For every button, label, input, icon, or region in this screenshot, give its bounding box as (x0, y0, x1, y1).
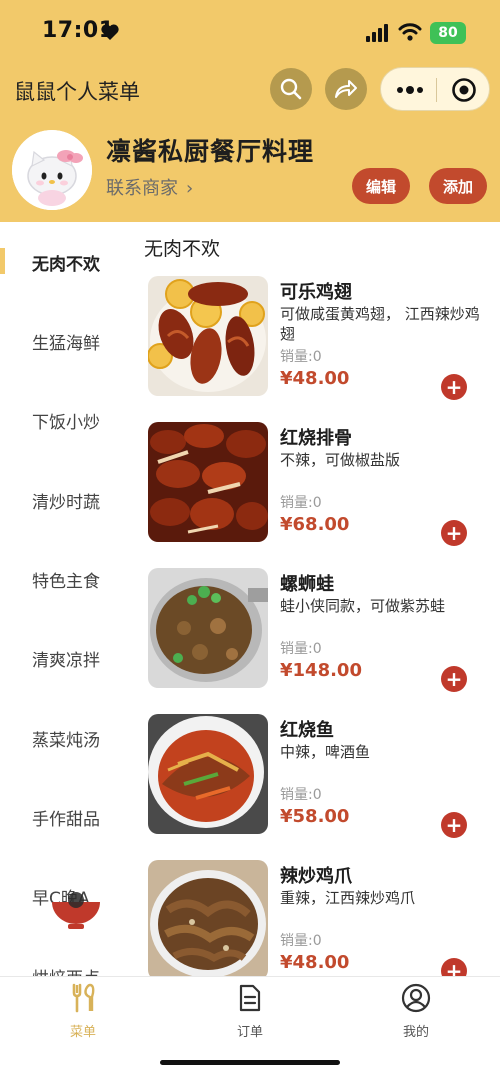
fork-knife-icon (72, 983, 95, 1013)
category-item-vegetables[interactable]: 清炒时蔬 (0, 480, 134, 520)
category-item-desserts[interactable]: 手作甜品 (0, 797, 134, 837)
search-icon (280, 78, 302, 100)
add-to-cart-button[interactable]: + (441, 666, 467, 692)
home-indicator (160, 1060, 340, 1065)
snail-frog-photo (148, 568, 268, 688)
user-icon (401, 983, 431, 1013)
dish-name: 可乐鸡翅 (280, 282, 352, 303)
section-title: 无肉不欢 (144, 238, 221, 260)
dish-card[interactable]: 辣炒鸡爪 重辣，江西辣炒鸡爪 销量:0 ¥48.00 + (134, 860, 500, 976)
dish-name: 螺蛳蛙 (280, 574, 334, 595)
dish-photo (148, 568, 268, 688)
dish-price: ¥48.00 (280, 368, 350, 389)
edit-button[interactable]: 编辑 (352, 168, 410, 204)
search-button[interactable] (270, 68, 312, 110)
spicy-chicken-feet-photo (148, 860, 268, 976)
dish-description: 蛙小侠同款，可做紫苏蛙 (280, 597, 446, 615)
cola-chicken-wings-photo (148, 276, 268, 396)
dish-list-panel: 无肉不欢 可乐鸡翅 可做咸蛋黄鸡翅， 江西辣炒鸡翅 销量:0 ¥48.00 + (134, 222, 500, 976)
bowl-icon[interactable] (48, 880, 104, 936)
add-to-cart-button[interactable]: + (441, 520, 467, 546)
battery-indicator: 80 (430, 22, 466, 44)
contact-merchant-link[interactable]: 联系商家 › (106, 174, 193, 200)
dish-photo (148, 422, 268, 542)
category-item-staples[interactable]: 特色主食 (0, 559, 134, 599)
dish-card[interactable]: 红烧排骨 不辣，可做椒盐版 销量:0 ¥68.00 + (134, 422, 500, 568)
chevron-right-icon: › (186, 178, 194, 199)
dish-price: ¥48.00 (280, 952, 350, 973)
dish-sales: 销量:0 (280, 349, 322, 365)
braised-ribs-photo (148, 422, 268, 542)
braised-fish-photo (148, 714, 268, 834)
category-item-cold-dishes[interactable]: 清爽凉拌 (0, 638, 134, 678)
add-to-cart-button[interactable]: + (441, 812, 467, 838)
wifi-icon (398, 23, 422, 41)
dish-sales: 销量:0 (280, 933, 322, 949)
heart-icon (101, 24, 119, 40)
share-button[interactable] (325, 68, 367, 110)
tab-label: 菜单 (69, 1025, 96, 1040)
dish-description: 可做咸蛋黄鸡翅， 江西辣炒鸡翅 (280, 305, 480, 343)
battery-level: 80 (438, 25, 458, 41)
app-title: 鼠鼠个人菜单 (14, 80, 140, 104)
dish-name: 红烧鱼 (280, 720, 334, 741)
hello-kitty-avatar-icon (12, 130, 92, 210)
contact-label: 联系商家 (106, 178, 178, 199)
share-arrow-icon (335, 80, 357, 98)
category-item-meat[interactable]: 无肉不欢 (0, 242, 134, 282)
cellular-signal-icon (366, 24, 388, 42)
dish-card[interactable]: 红烧鱼 中辣，啤酒鱼 销量:0 ¥58.00 + (134, 714, 500, 860)
category-item-seafood[interactable]: 生猛海鲜 (0, 321, 134, 361)
dish-sales: 销量:0 (280, 641, 322, 657)
shop-avatar (12, 130, 92, 210)
add-to-cart-button[interactable]: + (441, 374, 467, 400)
dish-photo (148, 276, 268, 396)
miniprogram-capsule (380, 67, 490, 111)
category-item-stir-fry[interactable]: 下饭小炒 (0, 400, 134, 440)
category-sidebar: 无肉不欢 生猛海鲜 下饭小炒 清炒时蔬 特色主食 清爽凉拌 蒸菜炖汤 手作甜品 … (0, 222, 134, 976)
dish-price: ¥58.00 (280, 806, 350, 827)
more-dots-icon[interactable] (395, 80, 425, 100)
shop-name: 凛酱私厨餐厅料理 (106, 137, 315, 166)
dish-description: 不辣，可做椒盐版 (280, 451, 401, 469)
dish-sales: 销量:0 (280, 787, 322, 803)
category-item-soups[interactable]: 蒸菜炖汤 (0, 718, 134, 758)
tab-menu[interactable]: 菜单 (33, 983, 133, 1043)
dish-sales: 销量:0 (280, 495, 322, 511)
shop-info: 凛酱私厨餐厅料理 联系商家 › 编辑 添加 (0, 126, 500, 216)
category-item-bakery[interactable]: 烘焙西点 (0, 956, 134, 977)
header-area: 17:01 80 鼠鼠个人菜单 凛酱私厨餐厅料理 联系商家 › 编辑 添加 (0, 0, 500, 222)
nav-bar: 鼠鼠个人菜单 (0, 64, 500, 116)
add-to-cart-button[interactable]: + (441, 958, 467, 976)
document-icon (239, 984, 261, 1012)
tab-label: 我的 (402, 1025, 429, 1040)
tab-label: 订单 (236, 1025, 263, 1040)
status-bar: 17:01 80 (0, 0, 500, 64)
dish-price: ¥148.00 (280, 660, 362, 681)
dish-description: 中辣，啤酒鱼 (280, 743, 371, 761)
tab-orders[interactable]: 订单 (200, 983, 300, 1043)
dish-card[interactable]: 螺蛳蛙 蛙小侠同款，可做紫苏蛙 销量:0 ¥148.00 + (134, 568, 500, 714)
dish-card[interactable]: 可乐鸡翅 可做咸蛋黄鸡翅， 江西辣炒鸡翅 销量:0 ¥48.00 + (134, 276, 500, 422)
dish-photo (148, 860, 268, 976)
dish-name: 辣炒鸡爪 (280, 866, 352, 887)
dish-description: 重辣，江西辣炒鸡爪 (280, 889, 416, 907)
capsule-divider (436, 78, 437, 102)
close-target-icon[interactable] (451, 77, 477, 103)
bottom-tab-bar: 菜单 订单 我的 (0, 976, 500, 1068)
add-button[interactable]: 添加 (429, 168, 487, 204)
dish-photo (148, 714, 268, 834)
dish-name: 红烧排骨 (280, 428, 352, 449)
dish-price: ¥68.00 (280, 514, 350, 535)
tab-profile[interactable]: 我的 (366, 983, 466, 1043)
